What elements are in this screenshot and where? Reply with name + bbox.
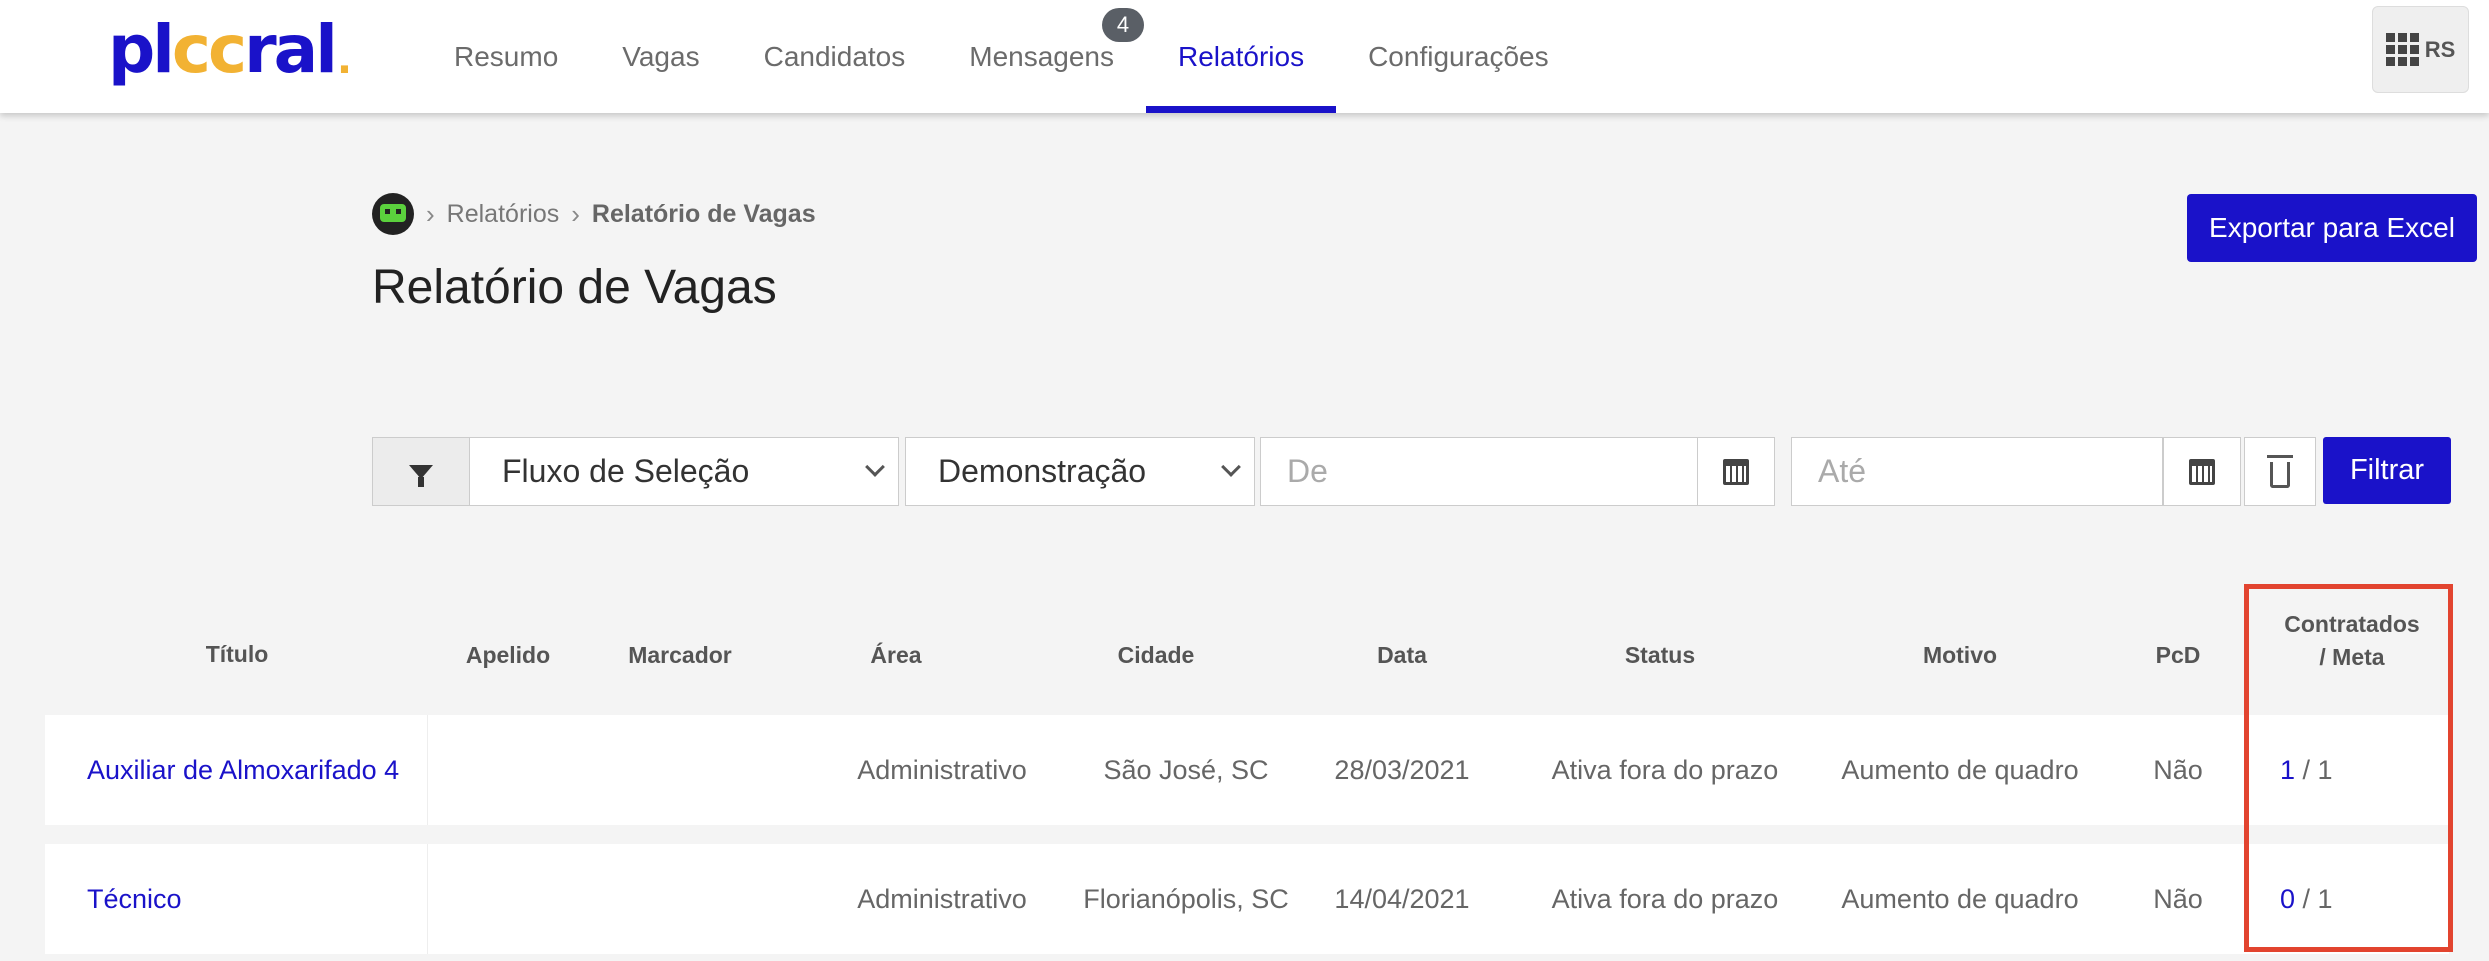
logo-mark: cc: [171, 10, 247, 88]
scope-select[interactable]: Demonstração: [905, 437, 1255, 506]
nav-item-configuracoes[interactable]: Configurações: [1336, 0, 1581, 113]
nav-label: Relatórios: [1178, 40, 1305, 72]
column-header-marcador[interactable]: Marcador: [615, 642, 745, 669]
date-from-calendar-button[interactable]: [1697, 437, 1775, 506]
page-title: Relatório de Vagas: [372, 261, 777, 314]
chevron-right-icon: ›: [426, 198, 435, 229]
flow-select[interactable]: Fluxo de Seleção: [469, 437, 899, 506]
filter-icon: [409, 464, 433, 487]
nav-item-mensagens[interactable]: Mensagens 4: [937, 0, 1146, 113]
cell-motivo: Aumento de quadro: [1841, 755, 2079, 785]
column-header-apelido[interactable]: Apelido: [448, 642, 568, 669]
cell-status: Ativa fora do prazo: [1551, 755, 1779, 785]
column-header-motivo[interactable]: Motivo: [1900, 642, 2020, 669]
job-title-link[interactable]: Auxiliar de Almoxarifado 4: [87, 755, 399, 786]
messages-count-badge: 4: [1102, 8, 1145, 42]
flow-select-value: Fluxo de Seleção: [502, 453, 750, 489]
breadcrumb-current: Relatório de Vagas: [591, 199, 816, 228]
cell-motivo: Aumento de quadro: [1841, 884, 2079, 914]
trash-icon: [2267, 454, 2293, 488]
main-nav: Resumo Vagas Candidatos Mensagens 4 Relat…: [422, 0, 1581, 113]
column-header-cidade[interactable]: Cidade: [1096, 642, 1216, 669]
scope-select-value: Demonstração: [938, 453, 1147, 489]
calendar-icon: [1723, 458, 1749, 485]
filter-addon: [372, 437, 470, 506]
date-to-placeholder: Até: [1818, 453, 1867, 489]
nav-label: Candidatos: [763, 40, 906, 72]
nav-item-vagas[interactable]: Vagas: [590, 0, 731, 113]
table-row: Auxiliar de Almoxarifado 4 Administrativ…: [45, 715, 2449, 825]
date-from-input[interactable]: De: [1260, 437, 1698, 506]
cell-area: Administrativo: [857, 884, 1027, 914]
logo-dot: .: [336, 37, 352, 83]
company-avatar-icon[interactable]: [372, 193, 414, 235]
date-to-input[interactable]: Até: [1791, 437, 2163, 506]
highlight-box: [2244, 584, 2453, 952]
cell-data: 28/03/2021: [1334, 755, 1470, 785]
export-excel-button[interactable]: Exportar para Excel: [2187, 194, 2477, 262]
chevron-down-icon: [865, 457, 885, 477]
apps-grid-icon: [2385, 33, 2419, 66]
breadcrumb: › Relatórios › Relatório de Vagas: [372, 193, 816, 235]
calendar-icon: [2189, 458, 2215, 485]
column-header-data[interactable]: Data: [1342, 642, 1462, 669]
column-header-pcd[interactable]: PcD: [2138, 642, 2218, 669]
nav-item-relatorios[interactable]: Relatórios: [1146, 0, 1337, 113]
cell-area: Administrativo: [857, 755, 1027, 785]
apps-menu-button[interactable]: RS: [2372, 6, 2469, 93]
column-header-status[interactable]: Status: [1600, 642, 1720, 669]
table-row: Técnico Administrativo Florianópolis, SC…: [45, 844, 2449, 954]
plooral-logo[interactable]: pl cc ral.: [108, 11, 352, 88]
logo-text-pre: pl: [108, 10, 175, 88]
top-navbar: pl cc ral. Resumo Vagas Candidatos Mensage…: [0, 0, 2489, 113]
column-header-titulo[interactable]: Título: [167, 641, 307, 668]
date-to-calendar-button[interactable]: [2163, 437, 2241, 506]
cell-status: Ativa fora do prazo: [1551, 884, 1779, 914]
date-from-placeholder: De: [1287, 453, 1328, 489]
job-title-link[interactable]: Técnico: [87, 884, 182, 915]
column-header-area[interactable]: Área: [836, 642, 956, 669]
nav-item-resumo[interactable]: Resumo: [422, 0, 590, 113]
cell-pcd: Não: [2153, 884, 2203, 914]
nav-label: Configurações: [1368, 40, 1549, 72]
cell-pcd: Não: [2153, 755, 2203, 785]
nav-item-candidatos[interactable]: Candidatos: [732, 0, 938, 113]
clear-dates-button[interactable]: [2244, 437, 2316, 506]
nav-label: Vagas: [622, 40, 700, 72]
cell-cidade: Florianópolis, SC: [1083, 884, 1289, 914]
filter-button[interactable]: Filtrar: [2323, 437, 2451, 504]
breadcrumb-relatorios[interactable]: Relatórios: [447, 200, 560, 229]
chevron-right-icon: ›: [571, 198, 580, 229]
nav-label: Resumo: [454, 40, 559, 72]
nav-label: Mensagens: [969, 40, 1115, 72]
cell-cidade: São José, SC: [1103, 755, 1269, 785]
chevron-down-icon: [1221, 457, 1241, 477]
cell-data: 14/04/2021: [1334, 884, 1470, 914]
logo-text-post: ral: [244, 10, 338, 88]
filter-bar: Fluxo de Seleção Demonstração De Até Fil…: [0, 437, 2489, 506]
user-initials: RS: [2424, 36, 2456, 62]
